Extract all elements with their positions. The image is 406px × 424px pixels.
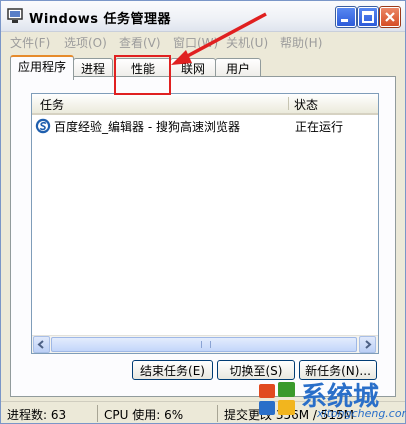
annotation-arrow [171,12,267,65]
watermark: 系统城 xitongcheng.com [255,374,406,424]
watermark-url: xitongcheng.com [317,407,406,420]
windows-logo-icon [259,382,295,415]
